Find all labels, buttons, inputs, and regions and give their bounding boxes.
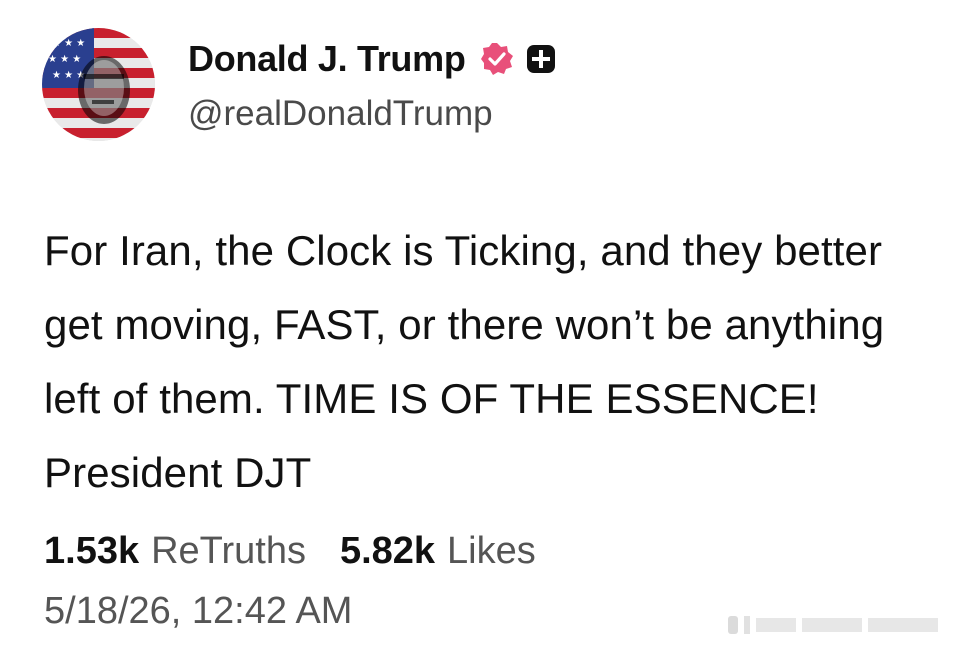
post-stats: 1.53k ReTruths 5.82k Likes <box>44 530 570 573</box>
likes-label: Likes <box>447 530 536 572</box>
retruths-label: ReTruths <box>151 530 306 572</box>
post-text: For Iran, the Clock is Ticking, and they… <box>44 227 885 496</box>
svg-text:★ ★ ★: ★ ★ ★ <box>48 54 81 65</box>
retruths-stat[interactable]: 1.53k ReTruths <box>44 530 306 573</box>
likes-count: 5.82k <box>339 530 436 572</box>
svg-text:★ ★ ★: ★ ★ ★ <box>52 38 85 49</box>
plus-badge-icon <box>526 44 556 74</box>
avatar-portrait-flag-icon: ★ ★ ★ ★ ★ ★ ★ ★ ★ <box>42 28 155 141</box>
retruths-count: 1.53k <box>44 530 140 572</box>
avatar[interactable]: ★ ★ ★ ★ ★ ★ ★ ★ ★ <box>42 28 155 141</box>
likes-stat[interactable]: 5.82k Likes <box>340 530 536 573</box>
post-timestamp[interactable]: 5/18/26, 12:42 AM <box>44 590 352 633</box>
author-display-name[interactable]: Donald J. Trump <box>188 38 466 80</box>
watermark-icon <box>728 612 952 638</box>
author-name-row: Donald J. Trump <box>188 38 556 80</box>
author-handle[interactable]: @realDonaldTrump <box>188 94 493 134</box>
verified-badge-icon <box>480 42 514 76</box>
